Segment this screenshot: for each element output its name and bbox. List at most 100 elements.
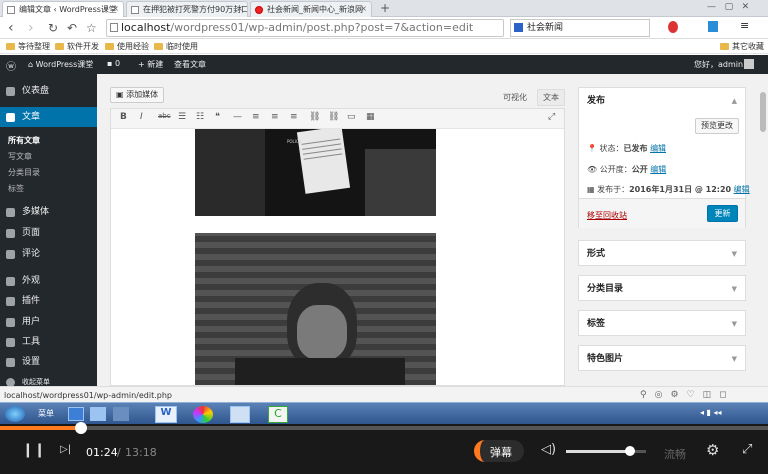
bullet-list-icon[interactable]: ☰ xyxy=(178,112,186,122)
blockquote-icon[interactable]: ❝ xyxy=(215,112,220,122)
expand-arrow-icon[interactable]: ▼ xyxy=(732,241,737,267)
fullscreen-icon[interactable]: ⤢ xyxy=(742,442,752,457)
publish-box-title[interactable]: 发布 ▲ xyxy=(579,88,745,114)
url-field[interactable]: localhost/wordpress01/wp-admin/post.php?… xyxy=(106,19,504,37)
expand-arrow-icon[interactable]: ▼ xyxy=(732,346,737,372)
forward-icon[interactable]: › xyxy=(28,19,34,37)
format-box[interactable]: 形式 ▼ xyxy=(578,240,746,266)
tab-text[interactable]: 文本 xyxy=(537,89,565,106)
featured-image-box[interactable]: 特色图片 ▼ xyxy=(578,345,746,371)
strikethrough-icon[interactable]: abc xyxy=(158,112,171,120)
danmaku-toggle[interactable]: 弹幕 xyxy=(474,440,524,462)
editor-app-icon[interactable]: C xyxy=(268,406,288,423)
expand-arrow-icon[interactable]: ▼ xyxy=(732,311,737,337)
menu-users[interactable]: 用户 xyxy=(0,312,97,332)
extension-icon[interactable] xyxy=(708,21,718,32)
start-orb-icon[interactable] xyxy=(5,406,25,422)
reload-icon[interactable]: ↻ xyxy=(48,19,58,37)
video-progress-knob[interactable] xyxy=(74,422,87,434)
editor-area[interactable]: B I abc ☰ ☷ ❝ — ≡ ≡ ≡ ⛓ ⛓ ▭ ▦ ⤢ POLICE xyxy=(110,108,565,386)
submenu-new-post[interactable]: 写文章 xyxy=(8,151,32,162)
categories-box[interactable]: 分类目录 ▼ xyxy=(578,275,746,301)
search-box[interactable]: 社会新闻 xyxy=(510,19,650,37)
system-tray[interactable]: ◂ ▮ ◂◂ xyxy=(700,408,722,417)
taskbar-menu[interactable]: 菜单 xyxy=(38,408,54,419)
view-post-link[interactable]: 查看文章 xyxy=(174,59,206,70)
search-engine-icon[interactable] xyxy=(514,23,523,32)
site-name-link[interactable]: ⌂ WordPress课堂 xyxy=(28,59,93,70)
horizontal-line-icon[interactable]: — xyxy=(233,112,242,122)
notepad-app-icon[interactable] xyxy=(230,406,250,423)
read-more-icon[interactable]: ▭ xyxy=(347,112,356,122)
volume-slider[interactable] xyxy=(566,446,646,456)
new-tab-button[interactable]: + xyxy=(380,1,390,15)
add-media-button[interactable]: ▣ 添加媒体 xyxy=(110,87,165,103)
menu-dashboard[interactable]: 仪表盘 xyxy=(0,81,97,101)
menu-settings[interactable]: 设置 xyxy=(0,352,97,372)
align-left-icon[interactable]: ≡ xyxy=(252,112,260,122)
move-to-trash-link[interactable]: 移至回收站 xyxy=(587,210,627,221)
menu-posts[interactable]: 文章 xyxy=(0,107,97,127)
unlink-icon[interactable]: ⛓ xyxy=(328,112,339,122)
volume-knob[interactable] xyxy=(625,446,635,456)
back-icon[interactable]: ‹ xyxy=(8,19,14,37)
collapse-arrow-icon[interactable]: ▲ xyxy=(732,88,737,114)
menu-comments[interactable]: 评论 xyxy=(0,244,97,264)
video-progress-bar[interactable] xyxy=(0,422,768,434)
browser-app-icon[interactable] xyxy=(193,406,213,423)
menu-icon[interactable]: ≡ xyxy=(740,19,749,32)
tab-visual[interactable]: 可视化 xyxy=(503,92,527,103)
italic-icon[interactable]: I xyxy=(140,112,143,122)
close-tab-icon[interactable]: × xyxy=(360,4,367,13)
quality-button[interactable]: 流畅 xyxy=(664,446,686,462)
edit-visibility-link[interactable]: 编辑 xyxy=(650,165,666,174)
close-tab-icon[interactable]: × xyxy=(112,4,119,13)
post-image-1[interactable]: POLICE xyxy=(195,129,436,216)
fullscreen-icon[interactable]: ⤢ xyxy=(548,112,555,122)
submenu-categories[interactable]: 分类目录 xyxy=(8,167,40,178)
bookmark-folder[interactable]: 等待整理 xyxy=(6,41,50,52)
word-app-icon[interactable]: W xyxy=(155,406,177,423)
tab-sina-news[interactable]: 社会新闻_新闻中心_新浪网 × xyxy=(250,1,372,17)
desktop-icon[interactable] xyxy=(68,407,84,421)
bookmark-star-icon[interactable]: ☆ xyxy=(86,19,97,37)
comments-link[interactable]: ▪ 0 xyxy=(107,59,120,68)
update-button[interactable]: 更新 xyxy=(707,205,738,222)
pause-icon[interactable]: ❙❙ xyxy=(22,442,45,458)
scrollbar-thumb[interactable] xyxy=(760,92,766,132)
page-info-icon[interactable] xyxy=(110,23,118,32)
close-tab-icon[interactable]: × xyxy=(236,4,243,13)
toolbar-toggle-icon[interactable]: ▦ xyxy=(366,112,375,122)
numbered-list-icon[interactable]: ☷ xyxy=(196,112,204,122)
menu-plugins[interactable]: 插件 xyxy=(0,291,97,311)
tags-box[interactable]: 标签 ▼ xyxy=(578,310,746,336)
volume-icon[interactable]: ◁) xyxy=(541,442,556,457)
submenu-all-posts[interactable]: 所有文章 xyxy=(8,135,40,146)
new-content-link[interactable]: + 新建 xyxy=(138,59,163,70)
link-icon[interactable]: ⛓ xyxy=(309,112,320,122)
opera-icon[interactable] xyxy=(668,21,678,33)
bookmark-folder[interactable]: 使用经验 xyxy=(105,41,149,52)
align-right-icon[interactable]: ≡ xyxy=(290,112,298,122)
menu-appearance[interactable]: 外观 xyxy=(0,271,97,291)
edit-status-link[interactable]: 编辑 xyxy=(650,144,666,153)
bookmark-folder[interactable]: 临时使用 xyxy=(154,41,198,52)
menu-media[interactable]: 多媒体 xyxy=(0,202,97,222)
account-menu[interactable]: 您好，admin xyxy=(694,59,754,70)
post-image-2[interactable] xyxy=(195,233,436,385)
expand-arrow-icon[interactable]: ▼ xyxy=(732,276,737,302)
status-icons[interactable]: ⚲◎⚙♡◫◻ xyxy=(640,390,735,400)
next-icon[interactable]: ▷| xyxy=(60,444,71,455)
network-icon[interactable] xyxy=(113,407,129,421)
other-bookmarks[interactable]: 其它收藏 xyxy=(720,41,764,52)
bold-icon[interactable]: B xyxy=(120,112,127,122)
undo-icon[interactable]: ↶ xyxy=(67,19,77,37)
tab-news-1[interactable]: 在押犯被打死警方付90万封口 × xyxy=(126,1,248,17)
submenu-tags[interactable]: 标签 xyxy=(8,183,24,194)
align-center-icon[interactable]: ≡ xyxy=(271,112,279,122)
wordpress-logo-icon[interactable]: ⓦ xyxy=(6,58,16,73)
menu-tools[interactable]: 工具 xyxy=(0,332,97,352)
tab-edit-post[interactable]: 编辑文章 ‹ WordPress课堂 × xyxy=(2,1,124,17)
menu-pages[interactable]: 页面 xyxy=(0,223,97,243)
explorer-icon[interactable] xyxy=(90,407,106,421)
